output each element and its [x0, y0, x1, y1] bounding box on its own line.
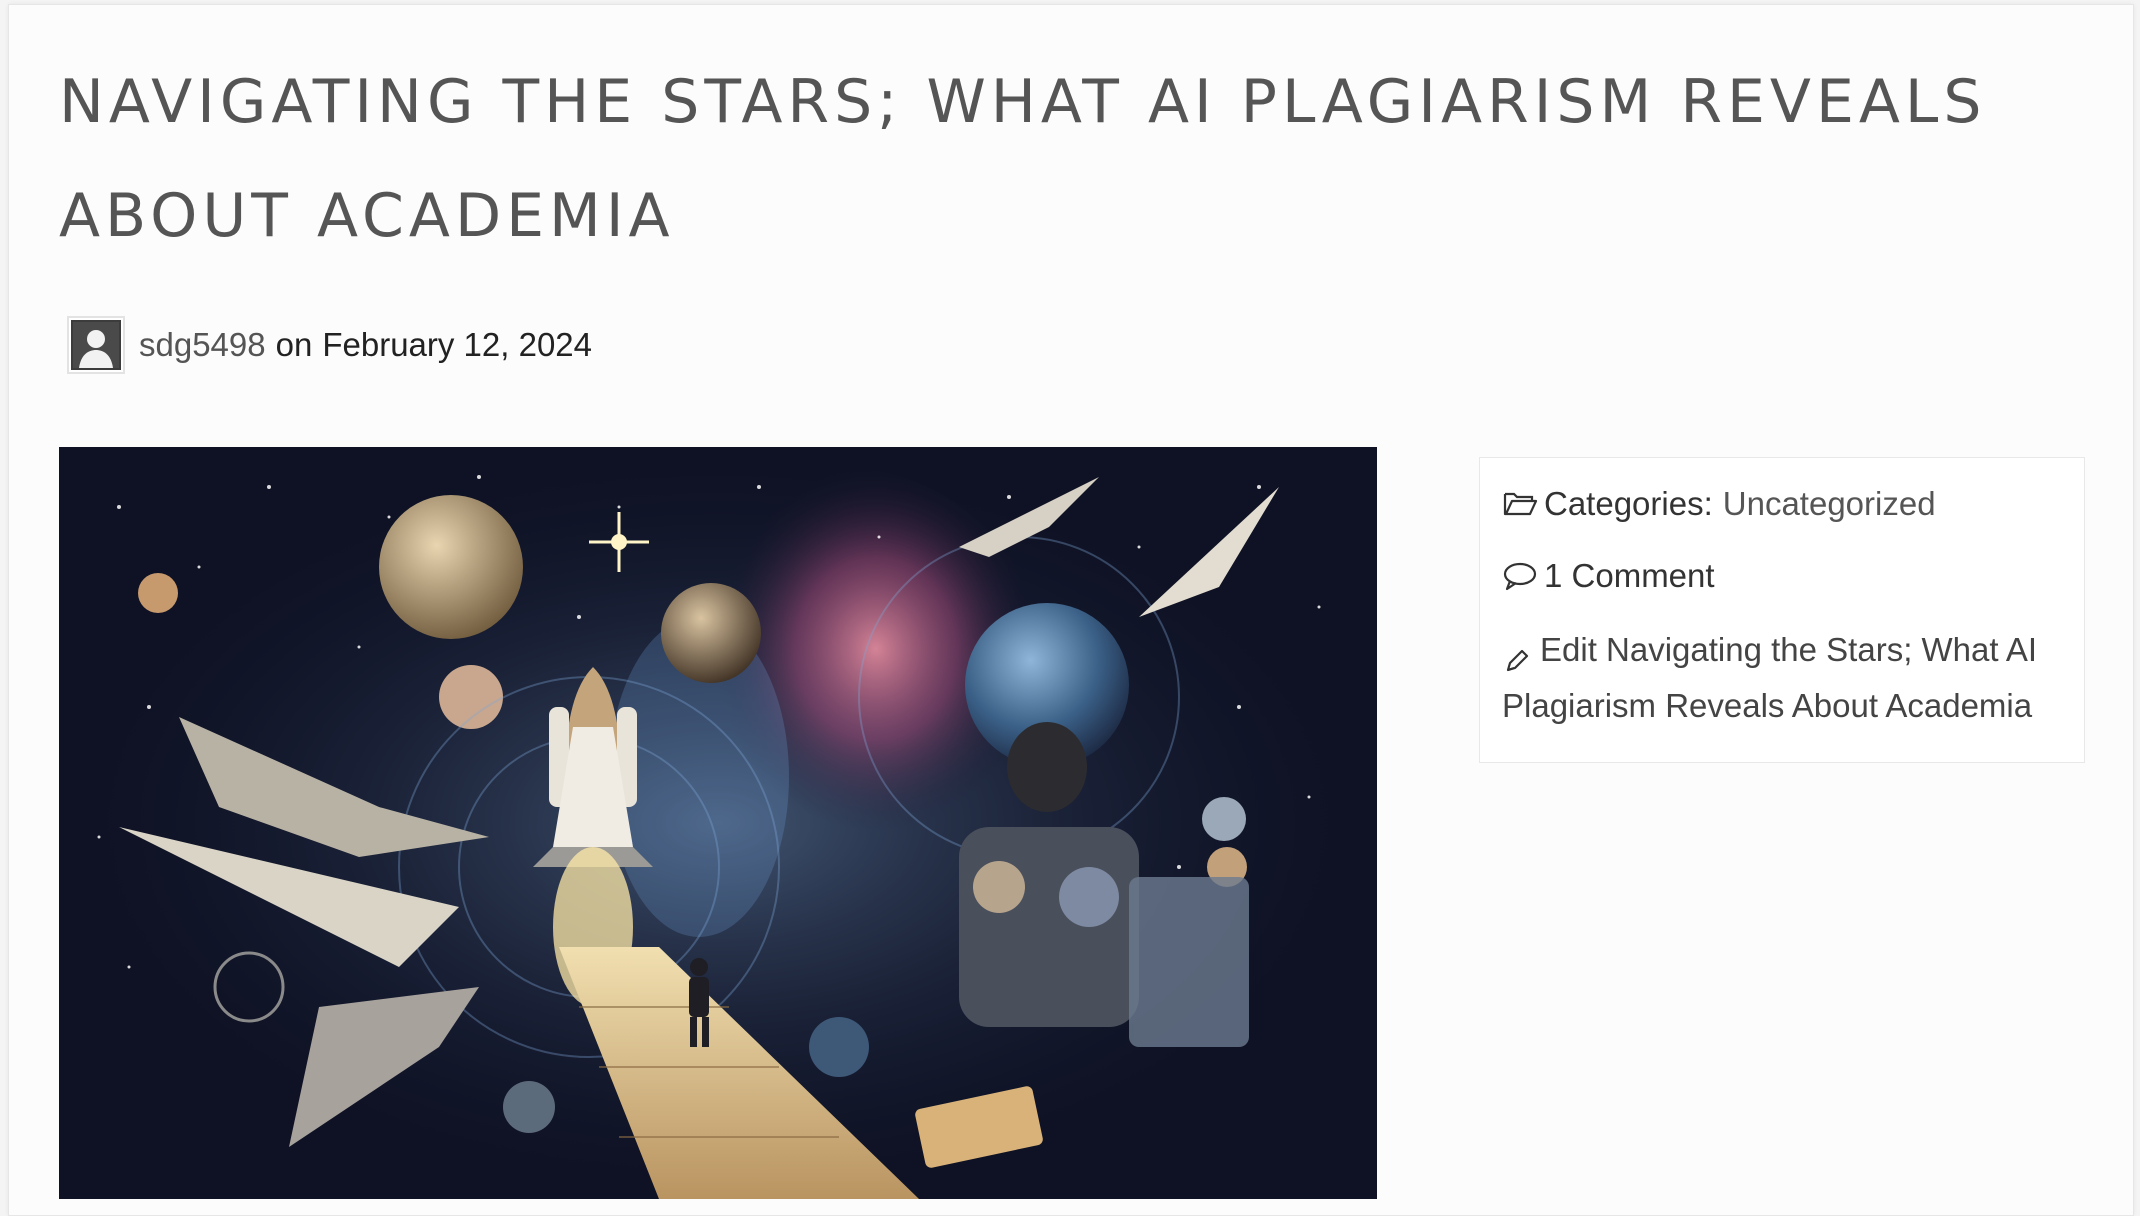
pencil-icon [1502, 637, 1532, 672]
post-meta-box: Categories: Uncategorized 1 Comment Edit… [1479, 457, 2085, 763]
post-card: NAVIGATING THE STARS; WHAT AI PLAGIARISM… [8, 4, 2134, 1216]
comments-link[interactable]: 1 Comment [1544, 557, 1715, 595]
edit-post-row: Edit Navigating the Stars; What AI Plagi… [1502, 622, 2062, 734]
comments-row: 1 Comment [1502, 550, 2062, 602]
categories-row: Categories: Uncategorized [1502, 478, 2062, 530]
categories-label: Categories: [1544, 485, 1713, 522]
post-date: February 12, 2024 [322, 326, 593, 363]
byline-on: on [275, 326, 313, 363]
author-avatar[interactable] [67, 316, 125, 374]
edit-post-link[interactable]: Edit Navigating the Stars; What AI Plagi… [1502, 631, 2037, 724]
folder-open-icon [1502, 488, 1538, 520]
user-avatar-icon [71, 320, 121, 370]
post-byline: sdg5498 on February 12, 2024 [67, 316, 593, 374]
featured-image [59, 447, 1377, 1199]
category-link[interactable]: Uncategorized [1723, 485, 1936, 523]
author-link[interactable]: sdg5498 [139, 326, 266, 364]
post-title: NAVIGATING THE STARS; WHAT AI PLAGIARISM… [59, 67, 1987, 251]
speech-bubble-icon [1502, 560, 1538, 592]
